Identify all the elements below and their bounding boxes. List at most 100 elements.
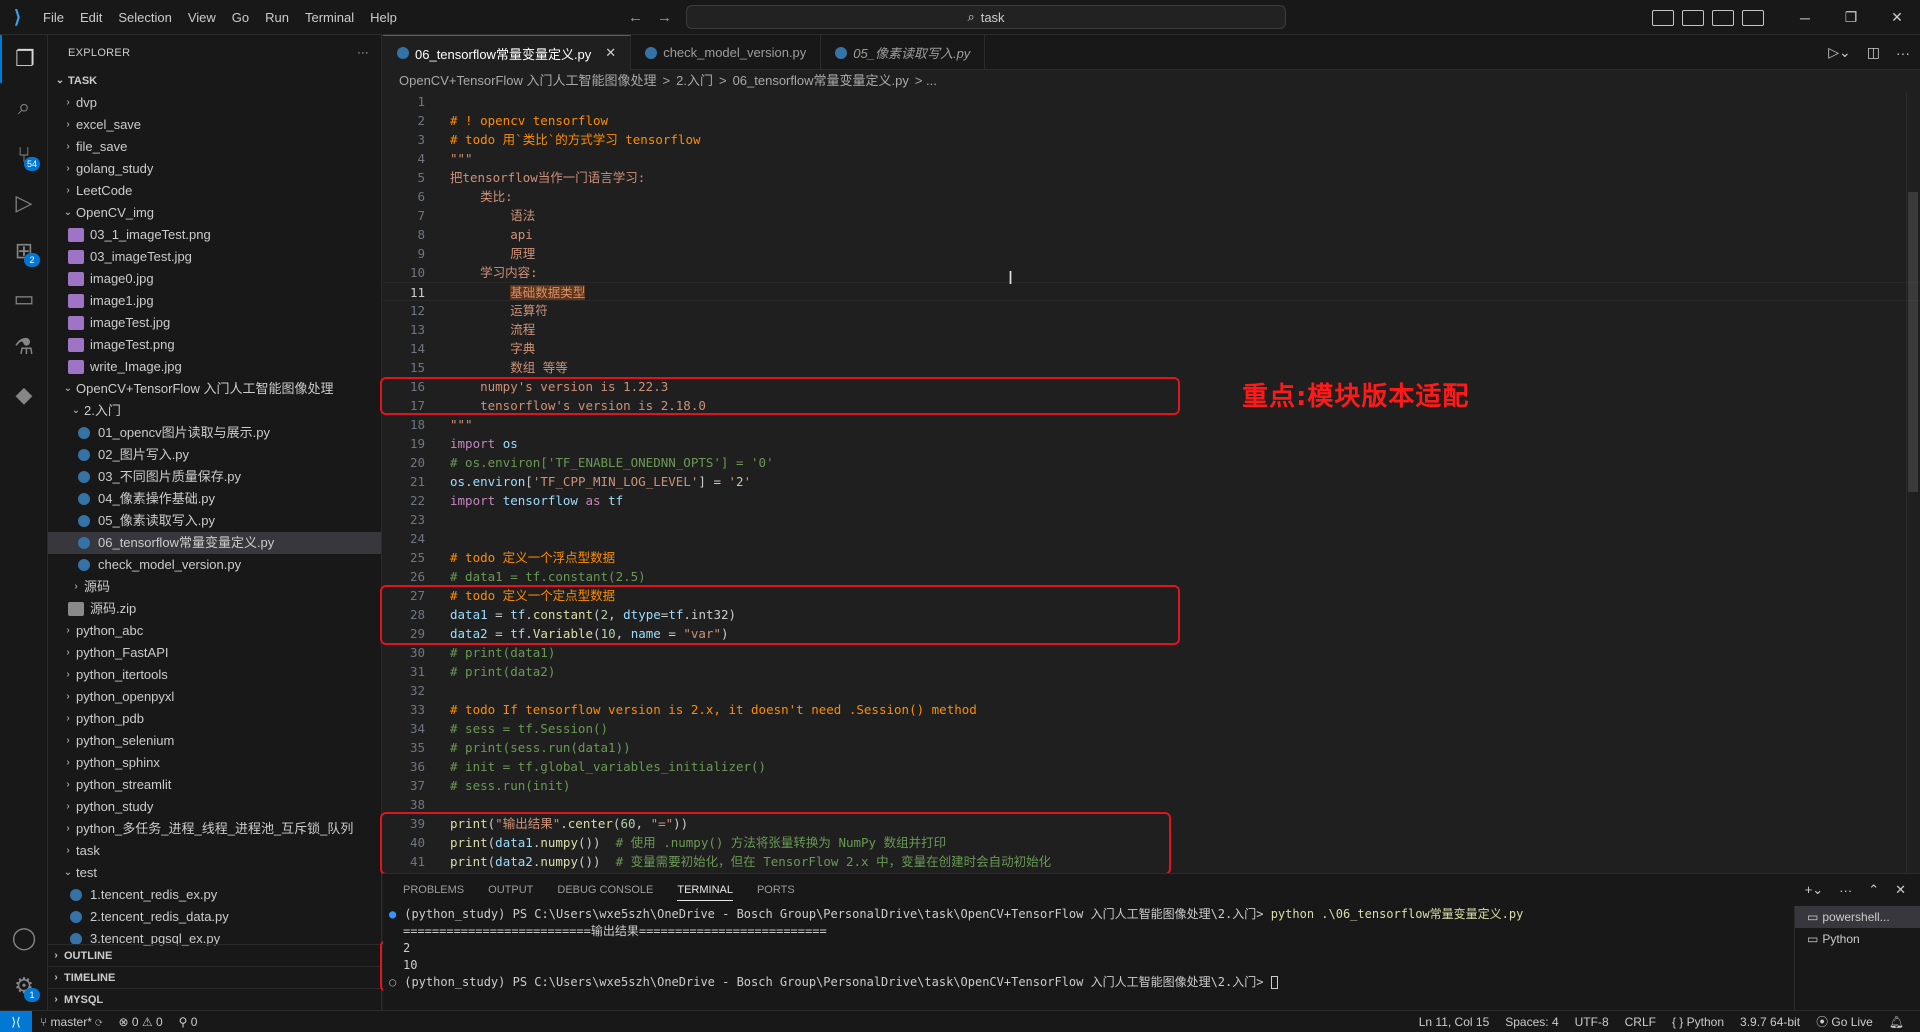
tree-folder[interactable]: ⌄ 2.入门	[48, 400, 381, 422]
tree-file[interactable]: 1.tencent_redis_ex.py	[48, 884, 381, 906]
tree-folder[interactable]: › python_openpyxl	[48, 686, 381, 708]
tree-folder[interactable]: › python_FastAPI	[48, 642, 381, 664]
code-line[interactable]: 35 # print(sess.run(data1))	[383, 738, 1920, 757]
code-line[interactable]: 11 基础数据类型	[383, 282, 1920, 301]
tree-file[interactable]: image0.jpg	[48, 268, 381, 290]
panel-tab-terminal[interactable]: TERMINAL	[677, 884, 733, 901]
search-view-icon[interactable]: ⌕	[0, 83, 48, 131]
code-line[interactable]: 23	[383, 510, 1920, 529]
breadcrumb-item[interactable]: OpenCV+TensorFlow 入门人工智能图像处理	[399, 70, 657, 92]
menu-terminal[interactable]: Terminal	[297, 0, 362, 35]
tree-file[interactable]: check_model_version.py	[48, 554, 381, 576]
tree-file[interactable]: imageTest.png	[48, 334, 381, 356]
tree-file[interactable]: image1.jpg	[48, 290, 381, 312]
tree-folder[interactable]: › python_study	[48, 796, 381, 818]
tree-file[interactable]: 源码.zip	[48, 598, 381, 620]
split-editor-icon[interactable]: ◫	[1867, 44, 1880, 61]
editor-tab[interactable]: check_model_version.py	[631, 35, 822, 70]
menu-view[interactable]: View	[180, 0, 224, 35]
new-terminal-icon[interactable]: +⌄	[1805, 882, 1823, 898]
go-live-button[interactable]: ⦿ Go Live	[1808, 1011, 1881, 1032]
command-center-search[interactable]: ⌕ task	[686, 5, 1286, 29]
tree-file[interactable]: 03_不同图片质量保存.py	[48, 466, 381, 488]
tree-file[interactable]: 2.tencent_redis_data.py	[48, 906, 381, 928]
panel-tab-debug-console[interactable]: DEBUG CONSOLE	[557, 884, 653, 896]
code-line[interactable]: 1	[383, 92, 1920, 111]
code-line[interactable]: 9 原理	[383, 244, 1920, 263]
language-mode[interactable]: { } Python	[1664, 1011, 1732, 1032]
tree-folder[interactable]: › dvp	[48, 92, 381, 114]
menu-edit[interactable]: Edit	[72, 0, 110, 35]
menu-file[interactable]: File	[35, 0, 72, 35]
code-line[interactable]: 37 # sess.run(init)	[383, 776, 1920, 795]
breadcrumb-item[interactable]: > ...	[915, 70, 937, 92]
run-debug-icon[interactable]: ▷	[0, 179, 48, 227]
code-line[interactable]: 6 类比:	[383, 187, 1920, 206]
tree-folder[interactable]: ⌄ OpenCV+TensorFlow 入门人工智能图像处理	[48, 378, 381, 400]
extensions-icon[interactable]: ⊞ 2	[0, 227, 48, 275]
tree-folder[interactable]: › excel_save	[48, 114, 381, 136]
menu-run[interactable]: Run	[257, 0, 297, 35]
code-line[interactable]: 34 # sess = tf.Session()	[383, 719, 1920, 738]
code-line[interactable]: 4 """	[383, 149, 1920, 168]
code-line[interactable]: 24	[383, 529, 1920, 548]
toggle-primary-sidebar-icon[interactable]	[1652, 9, 1674, 26]
code-line[interactable]: 33 # todo If tensorflow version is 2.x, i…	[383, 700, 1920, 719]
code-line[interactable]: 22 import tensorflow as tf	[383, 491, 1920, 510]
code-line[interactable]: 13 流程	[383, 320, 1920, 339]
section-timeline[interactable]: › TIMELINE	[48, 966, 381, 988]
workspace-root[interactable]: ⌄ TASK	[48, 70, 381, 92]
toggle-panel-icon[interactable]	[1682, 9, 1704, 26]
code-line[interactable]: 18 """	[383, 415, 1920, 434]
tree-folder[interactable]: › LeetCode	[48, 180, 381, 202]
code-line[interactable]: 21 os.environ['TF_CPP_MIN_LOG_LEVEL'] = '…	[383, 472, 1920, 491]
remote-indicator-icon[interactable]: ⟩⟨	[0, 1010, 32, 1032]
tree-file[interactable]: 03_imageTest.jpg	[48, 246, 381, 268]
code-line[interactable]: 15 数组 等等	[383, 358, 1920, 377]
ports-indicator[interactable]: ⚲ 0	[171, 1011, 206, 1032]
panel-tab-ports[interactable]: PORTS	[757, 884, 795, 896]
close-panel-icon[interactable]: ✕	[1895, 882, 1906, 898]
panel-tab-problems[interactable]: PROBLEMS	[403, 884, 464, 896]
breadcrumb-item[interactable]: 06_tensorflow常量变量定义.py	[733, 70, 909, 92]
code-line[interactable]: 20 # os.environ['TF_ENABLE_ONEDNN_OPTS'] …	[383, 453, 1920, 472]
code-editor[interactable]: 1 2 # ! opencv tensorflow 3 # todo 用`类比`的方式学…	[383, 92, 1920, 873]
remote-explorer-icon[interactable]: ▭	[0, 275, 48, 323]
terminal-list-item[interactable]: ▭ powershell...	[1795, 906, 1920, 928]
accounts-icon[interactable]: ◯	[0, 914, 48, 962]
code-line[interactable]: 2 # ! opencv tensorflow	[383, 111, 1920, 130]
close-window-button[interactable]: ✕	[1874, 0, 1920, 35]
code-line[interactable]: 36 # init = tf.global_variables_initializ…	[383, 757, 1920, 776]
code-line[interactable]: 10 学习内容:	[383, 263, 1920, 282]
tree-folder[interactable]: › python_selenium	[48, 730, 381, 752]
tree-folder[interactable]: › python_abc	[48, 620, 381, 642]
encoding[interactable]: UTF-8	[1567, 1011, 1617, 1032]
branch-indicator[interactable]: ⑂ master* ⟳	[32, 1011, 110, 1032]
python-interpreter[interactable]: 3.9.7 64-bit	[1732, 1011, 1808, 1032]
testing-icon[interactable]: ⚗	[0, 323, 48, 371]
code-line[interactable]: 26 # data1 = tf.constant(2.5)	[383, 567, 1920, 586]
editor-scrollbar[interactable]	[1906, 92, 1920, 873]
tree-folder[interactable]: › python_多任务_进程_线程_进程池_互斥锁_队列	[48, 818, 381, 840]
code-line[interactable]: 12 运算符	[383, 301, 1920, 320]
tree-folder[interactable]: ⌄ OpenCV_img	[48, 202, 381, 224]
editor-tab[interactable]: 05_像素读取写入.py	[821, 35, 986, 70]
tree-file[interactable]: 04_像素操作基础.py	[48, 488, 381, 510]
tree-folder[interactable]: › task	[48, 840, 381, 862]
code-line[interactable]: 14 字典	[383, 339, 1920, 358]
code-line[interactable]: 7 语法	[383, 206, 1920, 225]
tree-folder[interactable]: › python_itertools	[48, 664, 381, 686]
code-line[interactable]: 8 api	[383, 225, 1920, 244]
maximize-panel-icon[interactable]: ⌃	[1868, 882, 1879, 898]
section-outline[interactable]: › OUTLINE	[48, 944, 381, 966]
tree-file[interactable]: 02_图片写入.py	[48, 444, 381, 466]
notifications-bell-icon[interactable]: 🔔︎	[1881, 1011, 1912, 1032]
menu-go[interactable]: Go	[224, 0, 257, 35]
terminal-list-item[interactable]: ▭ Python	[1795, 928, 1920, 950]
scroll-thumb[interactable]	[1908, 192, 1918, 492]
tree-file[interactable]: 01_opencv图片读取与展示.py	[48, 422, 381, 444]
problems-indicator[interactable]: ⊗ 0 ⚠ 0	[110, 1011, 170, 1032]
code-line[interactable]: 25 # todo 定义一个浮点型数据	[383, 548, 1920, 567]
end-of-line[interactable]: CRLF	[1617, 1011, 1664, 1032]
breadcrumb-item[interactable]: 2.入门	[676, 70, 713, 92]
